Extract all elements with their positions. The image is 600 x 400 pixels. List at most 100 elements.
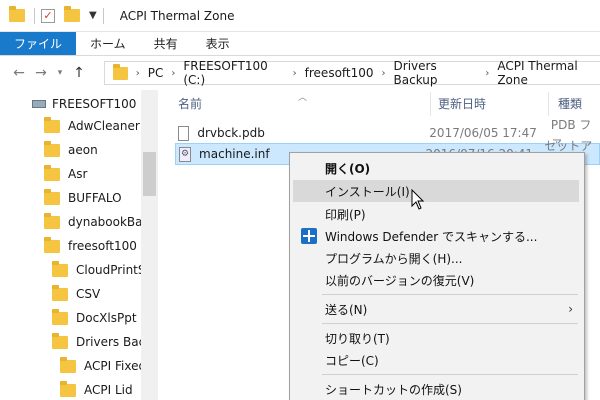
- breadcrumb-freesoft100[interactable]: freesoft100: [305, 66, 374, 80]
- menu-item-label: Windows Defender でスキャンする...: [325, 229, 538, 244]
- menu-item-defender-scan[interactable]: Windows Defender でスキャンする...: [293, 225, 579, 247]
- menu-separator: [322, 374, 578, 375]
- chevron-right-icon[interactable]: ›: [293, 68, 297, 79]
- tab-share[interactable]: 共有: [140, 32, 192, 55]
- column-divider[interactable]: [548, 92, 549, 116]
- properties-check-icon[interactable]: ✓: [41, 8, 55, 23]
- tree-item-label: ACPI Lid: [84, 383, 133, 397]
- folder-icon: [52, 332, 68, 349]
- breadcrumb-acpi-thermal-zone[interactable]: ACPI Thermal Zone: [497, 59, 600, 87]
- tab-view[interactable]: 表示: [192, 32, 244, 55]
- folder-icon: [52, 308, 68, 325]
- folder-icon: [113, 63, 128, 80]
- tree-item-label: Asr: [68, 167, 88, 181]
- tree-item-aeon[interactable]: aeon: [44, 140, 98, 160]
- menu-item-copy[interactable]: コピー(C): [293, 349, 579, 371]
- breadcrumb-drive[interactable]: FREESOFT100 (C:): [183, 59, 284, 87]
- column-header-date[interactable]: 更新日時: [438, 90, 486, 116]
- menu-item-restore-versions[interactable]: 以前のバージョンの復元(V): [293, 269, 579, 291]
- navpane-scrollbar[interactable]: [141, 90, 158, 400]
- folder-icon: [44, 212, 60, 229]
- customize-dropdown-icon[interactable]: ▼: [89, 10, 97, 21]
- tree-item-label: aeon: [68, 143, 98, 157]
- navigation-bar: ← → ▾ ↑ › PC › FREESOFT100 (C:) › freeso…: [0, 56, 600, 90]
- tree-item-freesoft100[interactable]: freesoft100: [44, 236, 137, 256]
- document-icon: [178, 125, 190, 141]
- menu-item-open[interactable]: 開く(O): [293, 157, 579, 179]
- forward-arrow-icon[interactable]: →: [30, 65, 52, 81]
- chevron-right-icon[interactable]: ›: [485, 68, 489, 79]
- menu-item-label: プログラムから開く(H)...: [325, 251, 463, 266]
- drive-icon: [32, 100, 46, 108]
- sort-up-icon: ︿: [298, 93, 308, 103]
- menu-item-label: 送る(N): [325, 302, 368, 317]
- tree-item-buffalo[interactable]: BUFFALO: [44, 188, 122, 208]
- chevron-right-icon[interactable]: ›: [171, 68, 175, 79]
- menu-item-label: 開く(O): [325, 161, 371, 176]
- breadcrumb-pc[interactable]: PC: [148, 66, 164, 80]
- folder-icon: [52, 284, 68, 301]
- menu-separator: [322, 323, 578, 324]
- tree-item-drive[interactable]: FREESOFT100 (C:: [32, 94, 157, 114]
- menu-separator: [322, 294, 578, 295]
- mouse-cursor-icon: [411, 189, 425, 210]
- new-folder-icon[interactable]: [61, 5, 83, 27]
- tree-item-csv[interactable]: CSV: [52, 284, 100, 304]
- tree-item-label: CSV: [76, 287, 101, 301]
- tab-file[interactable]: ファイル: [0, 32, 77, 55]
- menu-item-label: ショートカットの作成(S): [325, 382, 462, 397]
- navigation-pane: FREESOFT100 (C: AdwCleaner aeon Asr BUFF…: [0, 90, 158, 400]
- folder-icon: [44, 140, 60, 157]
- folder-icon: [60, 356, 76, 373]
- menu-item-print[interactable]: 印刷(P): [293, 203, 579, 225]
- tree-item-label: BUFFALO: [68, 191, 122, 205]
- folder-icon: [60, 380, 76, 397]
- folder-icon: [44, 164, 60, 181]
- menu-item-label: 印刷(P): [325, 207, 366, 222]
- ribbon-tabs: ファイル ホーム 共有 表示: [0, 32, 600, 56]
- menu-item-open-with[interactable]: プログラムから開く(H)...: [293, 247, 579, 269]
- setup-info-icon: ⚙: [179, 146, 192, 162]
- window-title: ACPI Thermal Zone: [119, 8, 235, 23]
- separator: [34, 7, 35, 24]
- chevron-right-icon[interactable]: ›: [136, 68, 140, 79]
- chevron-right-icon[interactable]: ›: [382, 68, 386, 79]
- address-bar[interactable]: › PC › FREESOFT100 (C:) › freesoft100 › …: [104, 59, 600, 87]
- tree-item-label: AdwCleaner: [68, 119, 140, 133]
- folder-icon: [6, 5, 28, 27]
- menu-item-cut[interactable]: 切り取り(T): [293, 327, 579, 349]
- menu-item-label: コピー(C): [325, 353, 379, 368]
- tree-item-label: DocXlsPpt: [76, 311, 137, 325]
- breadcrumb-drivers-backup[interactable]: Drivers Backup: [394, 59, 478, 87]
- up-arrow-icon[interactable]: ↑: [68, 65, 90, 81]
- windows-defender-icon: [301, 228, 317, 244]
- chevron-right-icon: ›: [568, 302, 573, 316]
- menu-item-install[interactable]: インストール(I): [293, 180, 579, 202]
- tree-item-adwcleaner[interactable]: AdwCleaner: [44, 116, 140, 136]
- tab-home[interactable]: ホーム: [76, 32, 140, 55]
- context-menu: 開く(O) インストール(I) 印刷(P) Windows Defender で…: [289, 152, 585, 400]
- folder-icon: [44, 188, 60, 205]
- column-header-name[interactable]: 名前: [178, 90, 202, 116]
- tree-item-asr[interactable]: Asr: [44, 164, 87, 184]
- folder-icon: [44, 116, 60, 133]
- back-arrow-icon[interactable]: ←: [8, 65, 30, 81]
- navpane-scrollbar-thumb[interactable]: [143, 152, 156, 196]
- file-name: drvbck.pdb: [197, 126, 265, 140]
- column-header-type[interactable]: 種類: [558, 90, 582, 116]
- recent-dropdown-icon[interactable]: ▾: [52, 68, 68, 78]
- menu-item-label: インストール(I): [325, 184, 410, 199]
- file-row-drvbck[interactable]: drvbck.pdb 2017/06/05 17:47 PDB ファ: [175, 118, 600, 149]
- menu-item-label: 切り取り(T): [325, 331, 390, 346]
- folder-icon: [52, 260, 68, 277]
- menu-item-send-to[interactable]: 送る(N) ›: [293, 298, 579, 320]
- tree-item-docxlsppt[interactable]: DocXlsPpt: [52, 308, 137, 328]
- menu-item-create-shortcut[interactable]: ショートカットの作成(S): [293, 378, 579, 400]
- folder-icon: [44, 236, 60, 253]
- column-divider[interactable]: [430, 92, 431, 116]
- menu-item-label: 以前のバージョンの復元(V): [325, 273, 475, 288]
- file-date: 2017/06/05 17:47: [429, 126, 537, 140]
- separator: [102, 7, 104, 24]
- tree-item-acpi-lid[interactable]: ACPI Lid: [60, 380, 133, 400]
- title-bar: ✓ ▼ ACPI Thermal Zone: [0, 0, 600, 32]
